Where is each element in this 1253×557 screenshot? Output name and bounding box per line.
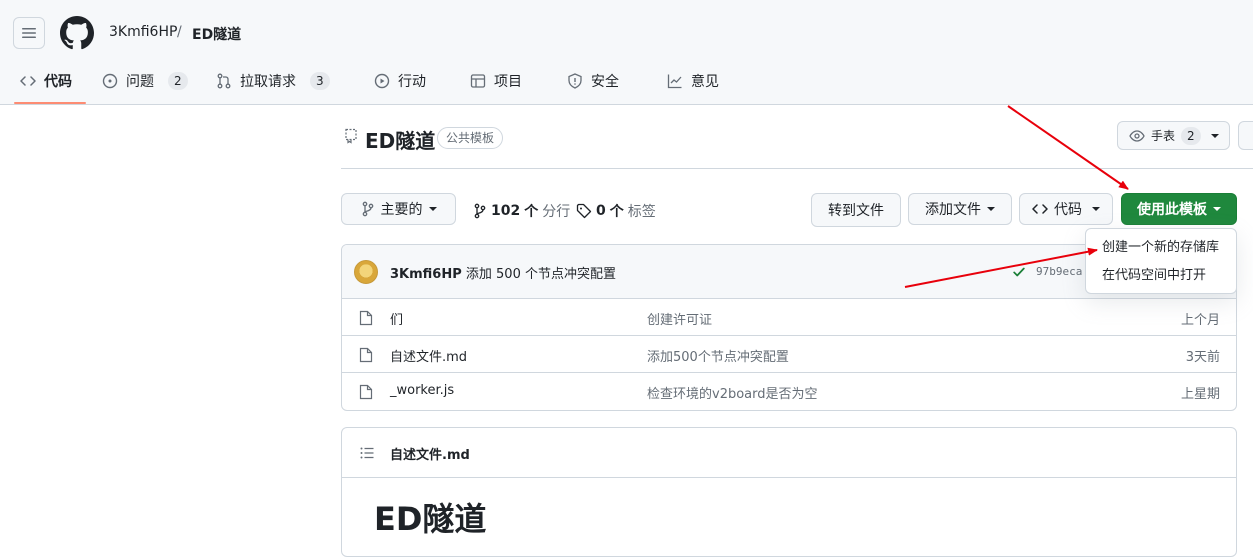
tab-pull-requests[interactable]: 拉取请求 3 — [216, 68, 330, 94]
commit-summary[interactable]: 3Kmfi6HP 添加 500 个节点冲突配置 — [390, 263, 616, 282]
open-in-codespace-item[interactable]: 在代码空间中打开 — [1086, 263, 1236, 291]
hamburger-icon — [22, 28, 36, 38]
code-icon — [1032, 204, 1048, 214]
commit-author[interactable]: 3Kmfi6HP — [390, 267, 462, 282]
repo-template-icon — [345, 128, 357, 144]
chevron-down-icon — [1213, 207, 1221, 211]
watch-count: 2 — [1181, 126, 1201, 145]
table-icon — [470, 74, 486, 88]
branches-count: 102 — [491, 203, 521, 219]
commit-message[interactable]: 添加 500 个节点冲突配置 — [466, 267, 616, 282]
create-new-repo-item[interactable]: 创建一个新的存储库 — [1086, 235, 1236, 263]
file-date: 上星期 — [1180, 387, 1220, 402]
list-icon[interactable] — [359, 445, 375, 461]
graph-icon — [667, 74, 682, 89]
tab-insights[interactable]: 意见 — [667, 68, 719, 94]
breadcrumb-owner[interactable]: 3Kmfi6HP — [109, 24, 177, 40]
tags-link[interactable]: 0 个 标签 — [576, 201, 656, 221]
tab-projects[interactable]: 项目 — [470, 68, 522, 94]
file-icon — [359, 384, 373, 400]
readme-panel: 自述文件.md ED隧道 — [341, 427, 1237, 557]
chevron-down-icon — [987, 207, 995, 211]
table-row[interactable]: 们 创建许可证 上个月 — [342, 299, 1236, 336]
active-tab-indicator — [14, 102, 86, 104]
tab-issues-count: 2 — [168, 72, 188, 90]
tab-pull-requests-count: 3 — [310, 72, 330, 90]
play-icon — [374, 73, 390, 89]
file-date: 上个月 — [1180, 313, 1220, 328]
tab-issues[interactable]: 问题 2 — [102, 68, 188, 94]
tab-code-label: 代码 — [44, 74, 72, 90]
tags-count: 0 — [596, 203, 606, 219]
branches-label: 分行 — [542, 204, 571, 220]
readme-header: 自述文件.md — [342, 428, 1236, 478]
github-logo-icon[interactable] — [60, 16, 94, 50]
branch-label: 主要的 — [380, 202, 423, 218]
file-name[interactable]: 自述文件.md — [390, 346, 467, 365]
visibility-badge: 公共模板 — [437, 127, 504, 149]
tab-insights-label: 意见 — [691, 74, 719, 90]
table-row[interactable]: _worker.js 检查环境的v2board是否为空 上星期 — [342, 373, 1236, 410]
tab-issues-label: 问题 — [126, 74, 154, 90]
file-name[interactable]: _worker.js — [390, 383, 454, 398]
file-commit-message[interactable]: 创建许可证 — [647, 309, 712, 328]
title-divider — [341, 168, 1253, 169]
goto-file-label: 转到文件 — [828, 203, 884, 219]
hamburger-menu-button[interactable] — [13, 17, 45, 49]
tab-code[interactable]: 代码 — [20, 68, 72, 94]
app-header: 3Kmfi6HP / ED隧道 代码 问题 2 拉取请求 3 行动 项目 安全 … — [0, 0, 1253, 105]
eye-icon — [1129, 129, 1145, 142]
table-row[interactable]: 自述文件.md 添加500个节点冲突配置 3天前 — [342, 336, 1236, 373]
tab-pull-requests-label: 拉取请求 — [240, 74, 296, 90]
check-icon[interactable] — [1012, 265, 1026, 279]
branch-select-button[interactable]: 主要的 — [341, 193, 456, 225]
tab-security[interactable]: 安全 — [567, 68, 619, 94]
chevron-down-icon — [428, 207, 437, 211]
code-button[interactable]: 代码 — [1019, 193, 1113, 225]
file-commit-message[interactable]: 添加500个节点冲突配置 — [647, 346, 789, 365]
repo-title[interactable]: ED隧道 — [365, 125, 435, 154]
use-template-dropdown: 创建一个新的存储库 在代码空间中打开 — [1085, 228, 1237, 294]
tab-projects-label: 项目 — [494, 74, 522, 90]
branch-icon — [362, 201, 373, 217]
tab-actions[interactable]: 行动 — [374, 68, 426, 94]
code-button-label: 代码 — [1054, 202, 1082, 218]
tags-label: 标签 — [627, 204, 656, 220]
pull-request-icon — [217, 73, 231, 89]
issue-icon — [102, 73, 118, 89]
tag-icon — [576, 203, 592, 219]
use-template-label: 使用此模板 — [1137, 202, 1207, 218]
branch-icon — [474, 203, 486, 219]
branches-link[interactable]: 102 个 分行 — [473, 201, 570, 221]
branches-word: 个 — [524, 204, 539, 220]
readme-filename[interactable]: 自述文件.md — [390, 444, 470, 463]
add-file-button[interactable]: 添加文件 — [908, 193, 1012, 225]
commit-sha[interactable]: 97b9eca — [1036, 265, 1082, 278]
file-commit-message[interactable]: 检查环境的v2board是否为空 — [647, 383, 818, 402]
use-template-button[interactable]: 使用此模板 — [1121, 193, 1237, 225]
watch-button[interactable]: 手表 2 — [1117, 121, 1230, 150]
breadcrumb-repo[interactable]: ED隧道 — [192, 24, 241, 44]
avatar[interactable] — [354, 260, 378, 284]
file-icon — [359, 347, 373, 363]
breadcrumb-separator: / — [177, 24, 182, 40]
fork-button-partial[interactable] — [1238, 121, 1253, 150]
tab-security-label: 安全 — [591, 74, 619, 90]
chevron-down-icon — [1092, 207, 1100, 211]
chevron-down-icon — [1210, 133, 1219, 138]
file-date: 3天前 — [1185, 350, 1220, 365]
tags-word: 个 — [609, 204, 624, 220]
code-icon — [20, 76, 36, 86]
tab-actions-label: 行动 — [398, 74, 426, 90]
add-file-label: 添加文件 — [925, 202, 981, 218]
annotation-arrow-to-template-button — [1007, 105, 1129, 190]
shield-icon — [568, 73, 582, 89]
readme-heading: ED隧道 — [374, 500, 487, 538]
watch-label: 手表 — [1151, 129, 1176, 143]
file-icon — [359, 310, 373, 326]
goto-file-button[interactable]: 转到文件 — [811, 193, 901, 227]
file-name[interactable]: 们 — [390, 309, 403, 328]
